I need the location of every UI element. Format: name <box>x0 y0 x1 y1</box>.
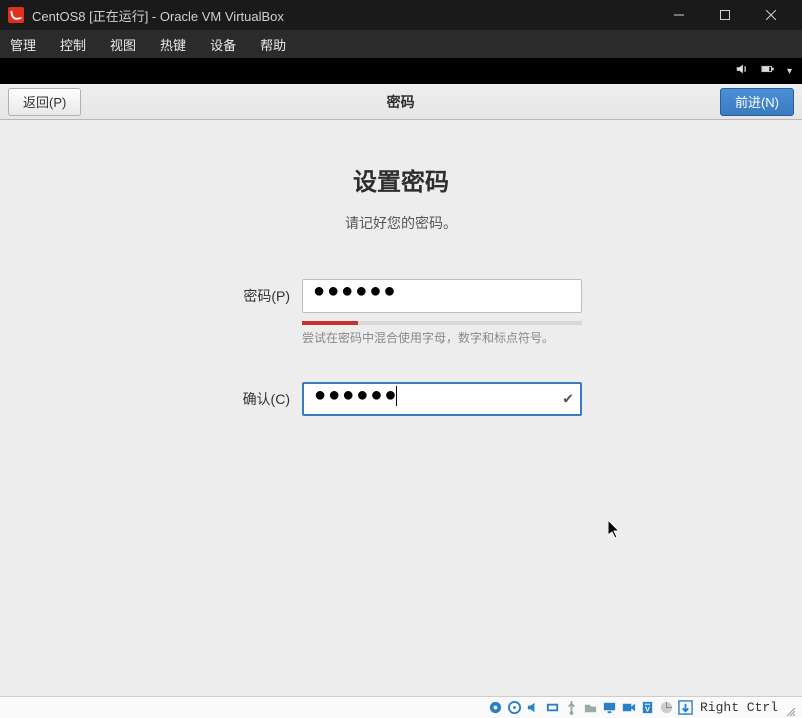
back-button[interactable]: 返回(P) <box>8 88 81 116</box>
net-icon[interactable] <box>545 700 561 716</box>
window-titlebar: CentOS8 [正在运行] - Oracle VM VirtualBox <box>0 0 802 30</box>
password-input[interactable]: ●●●●●● <box>302 279 582 313</box>
password-form: 密码(P) ●●●●●● 尝试在密码中混合使用字母，数字和标点符号。 确认(C)… <box>0 279 802 416</box>
window-controls <box>656 0 794 30</box>
minimize-button[interactable] <box>656 0 702 30</box>
confirm-input[interactable]: ●●●●●● <box>302 382 582 416</box>
forward-button[interactable]: 前进(N) <box>720 88 794 116</box>
hostkey-icon[interactable] <box>678 700 694 716</box>
password-hint: 尝试在密码中混合使用字母，数字和标点符号。 <box>302 329 582 346</box>
menubar: 管理 控制 视图 热键 设备 帮助 <box>0 30 802 58</box>
menu-view[interactable]: 视图 <box>110 35 136 54</box>
gnome-top-bar: ▾ <box>0 58 802 84</box>
headerbar: 返回(P) 密码 前进(N) <box>0 84 802 120</box>
usb-icon[interactable] <box>564 700 580 716</box>
menu-control[interactable]: 控制 <box>60 35 86 54</box>
close-button[interactable] <box>748 0 794 30</box>
record-icon[interactable] <box>621 700 637 716</box>
password-label: 密码(P) <box>220 286 290 306</box>
resize-grip[interactable] <box>784 705 796 717</box>
app-icon <box>8 7 24 23</box>
menu-manage[interactable]: 管理 <box>10 35 36 54</box>
maximize-button[interactable] <box>702 0 748 30</box>
shared-icon[interactable] <box>583 700 599 716</box>
menu-hotkeys[interactable]: 热键 <box>160 35 186 54</box>
page-heading: 设置密码 <box>0 162 802 197</box>
confirm-row: 确认(C) ●●●●●● ✔ <box>220 382 582 416</box>
password-value: ●●●●●● <box>313 280 397 302</box>
vb-status-icons: V <box>488 700 694 716</box>
strength-weak-segment <box>302 321 358 325</box>
confirm-label: 确认(C) <box>220 389 290 409</box>
page-content: 设置密码 请记好您的密码。 密码(P) ●●●●●● 尝试在密码中混合使用字母，… <box>0 120 802 696</box>
clipboard-icon[interactable]: V <box>640 700 656 716</box>
mouse-integration-icon[interactable] <box>659 700 675 716</box>
headerbar-title: 密码 <box>81 92 720 112</box>
vb-statusbar: V Right Ctrl <box>0 696 802 718</box>
confirm-value: ●●●●●● <box>314 384 398 406</box>
text-caret <box>396 386 397 406</box>
window-title: CentOS8 [正在运行] - Oracle VM VirtualBox <box>32 6 656 25</box>
sound-icon[interactable] <box>735 62 749 81</box>
host-key-label: Right Ctrl <box>700 700 778 715</box>
svg-text:V: V <box>645 704 650 713</box>
password-strength <box>302 321 582 325</box>
check-icon: ✔ <box>562 391 574 408</box>
battery-icon[interactable] <box>761 62 775 81</box>
hdd-icon[interactable] <box>488 700 504 716</box>
audio-icon[interactable] <box>526 700 542 716</box>
display-icon[interactable] <box>602 700 618 716</box>
menu-devices[interactable]: 设备 <box>210 35 236 54</box>
page-subtitle: 请记好您的密码。 <box>0 213 802 233</box>
optical-icon[interactable] <box>507 700 523 716</box>
menu-help[interactable]: 帮助 <box>260 35 286 54</box>
password-row: 密码(P) ●●●●●● <box>220 279 582 313</box>
mouse-cursor <box>608 520 622 545</box>
chevron-down-icon[interactable]: ▾ <box>787 66 792 77</box>
